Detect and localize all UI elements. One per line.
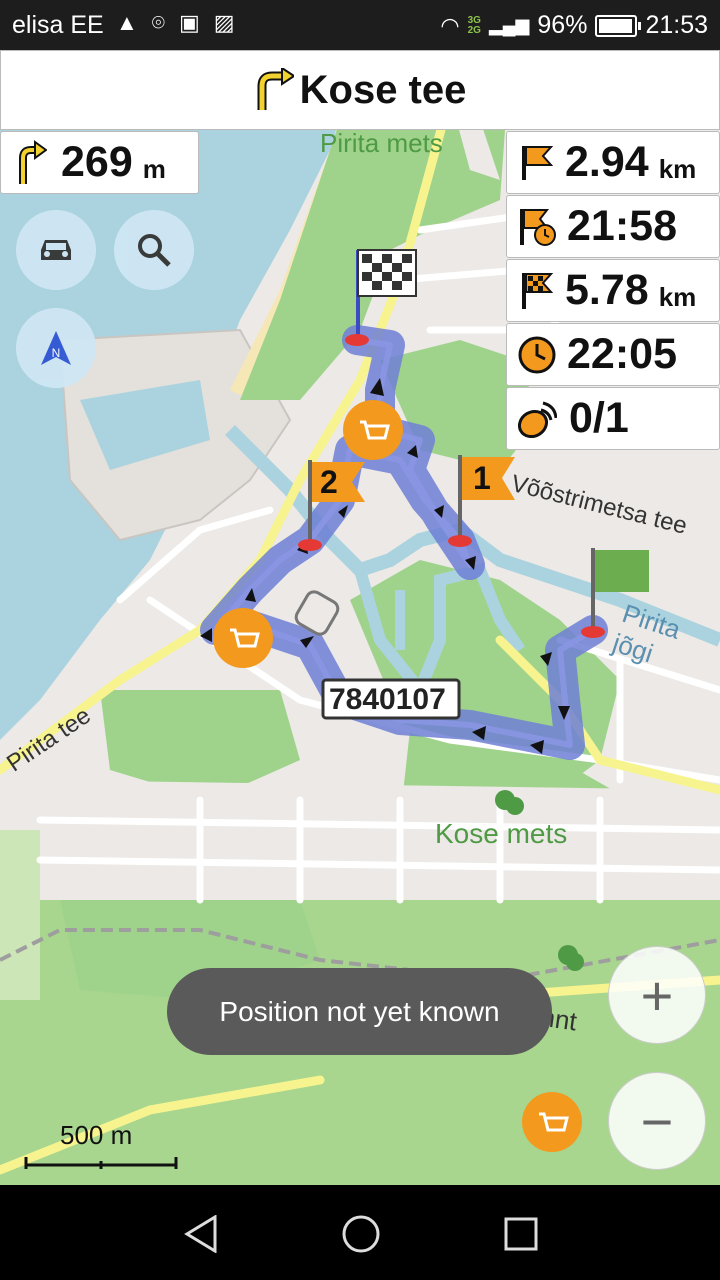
svg-text:N: N (52, 346, 61, 360)
status-bar: elisa EE ▲ ⌾ ▣ ▨ ◠ 3G 2G ▂▄▆ 96% 21:53 (0, 0, 720, 50)
satellite-icon (517, 401, 557, 438)
recent-apps-icon[interactable] (503, 1216, 539, 1252)
turn-right-arrow-icon (257, 68, 294, 110)
gps-satellites-value: 0/1 (569, 394, 629, 442)
system-nav-bar (0, 1185, 720, 1280)
zoom-in-button[interactable]: + (608, 946, 706, 1044)
waypoint-arrival-time-value: 21:58 (567, 202, 677, 250)
signal-icon: ▂▄▆ (488, 15, 530, 35)
compass-button[interactable]: N (16, 308, 96, 388)
turn-right-arrow-icon (19, 139, 47, 184)
search-button[interactable] (114, 210, 194, 290)
destination-arrival-time[interactable]: 22:05 (506, 323, 720, 386)
waypoint-2-label[interactable]: 2 (320, 464, 338, 501)
navigation-arrow-icon: ▲ (116, 10, 138, 35)
vehicle-mode-button[interactable] (16, 210, 96, 290)
carrier-name: elisa EE (12, 11, 104, 39)
distance-to-waypoint-unit: km (658, 154, 697, 184)
map-label-pirita-mets: Pirita mets (320, 128, 443, 158)
zoom-out-button[interactable]: − (608, 1072, 706, 1170)
destination-arrival-time-value: 22:05 (567, 330, 677, 378)
image-icon: ▨ (213, 10, 235, 35)
turn-distance-unit: m (142, 154, 166, 184)
map-label-kose-mets: Kose mets (435, 818, 568, 849)
car-icon (41, 240, 71, 260)
location-pin-icon: ⌾ (151, 10, 165, 35)
search-icon (138, 234, 171, 267)
clock-icon (518, 336, 556, 373)
battery-icon (595, 14, 642, 37)
zoom-in-icon: + (640, 963, 674, 1027)
map-scale: 500 m (24, 1120, 184, 1176)
distance-to-destination-unit: km (658, 282, 697, 312)
notification-icon: ▣ (178, 10, 200, 35)
waypoint-arrival-time[interactable]: 21:58 (506, 195, 720, 258)
wifi-icon: ◠ (440, 12, 460, 38)
distance-to-waypoint[interactable]: 2.94 km (506, 131, 720, 194)
gps-satellites[interactable]: 0/1 (506, 387, 720, 450)
network-2g: 2G (467, 24, 481, 36)
clock-time: 21:53 (645, 11, 708, 39)
distance-to-destination[interactable]: 5.78 km (506, 259, 720, 322)
scale-bar (24, 1157, 178, 1169)
scale-label: 500 m (60, 1120, 133, 1150)
checkered-flag-icon (522, 272, 554, 309)
street-name: Kose tee (299, 67, 467, 112)
distance-to-destination-value: 5.78 (565, 266, 649, 314)
compass-north-icon: N (41, 331, 71, 365)
network-3g: 3G (467, 14, 481, 26)
waypoint-1-label[interactable]: 1 (473, 460, 491, 497)
battery-percent: 96% (537, 11, 588, 39)
zoom-out-icon: − (640, 1089, 674, 1153)
flag-clock-icon (520, 208, 556, 246)
back-icon[interactable] (183, 1215, 219, 1253)
distance-to-waypoint-value: 2.94 (565, 138, 649, 186)
next-turn-distance[interactable]: 269 m (0, 131, 199, 194)
next-street-bar[interactable]: Kose tee (0, 50, 720, 130)
turn-distance-value: 269 (61, 138, 133, 186)
flag-icon (522, 145, 554, 180)
home-icon[interactable] (341, 1214, 381, 1254)
toast-text: Position not yet known (219, 995, 500, 1027)
toast-message: Position not yet known (167, 968, 552, 1055)
road-id-label: 7840107 (329, 683, 446, 716)
